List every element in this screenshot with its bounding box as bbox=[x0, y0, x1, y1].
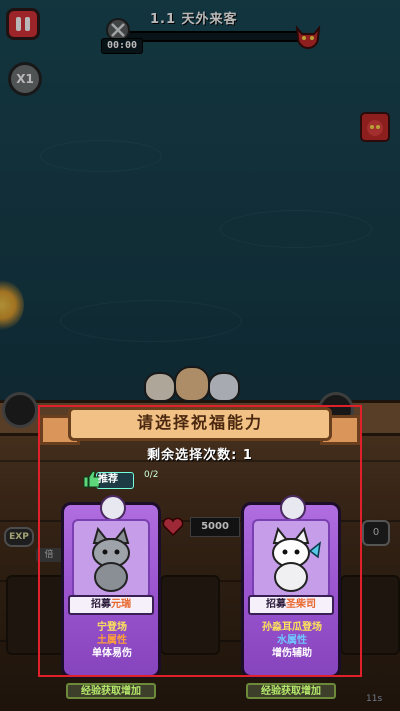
game-screen: EXP 倍 5000 0 11s 1.1 天外来客 00:00 X1 请选择祝福… bbox=[0, 0, 400, 711]
selection-highlight-frame bbox=[38, 405, 362, 677]
card-hint: 经验获取增加 bbox=[246, 683, 336, 699]
card-hint: 经验获取增加 bbox=[66, 683, 156, 699]
